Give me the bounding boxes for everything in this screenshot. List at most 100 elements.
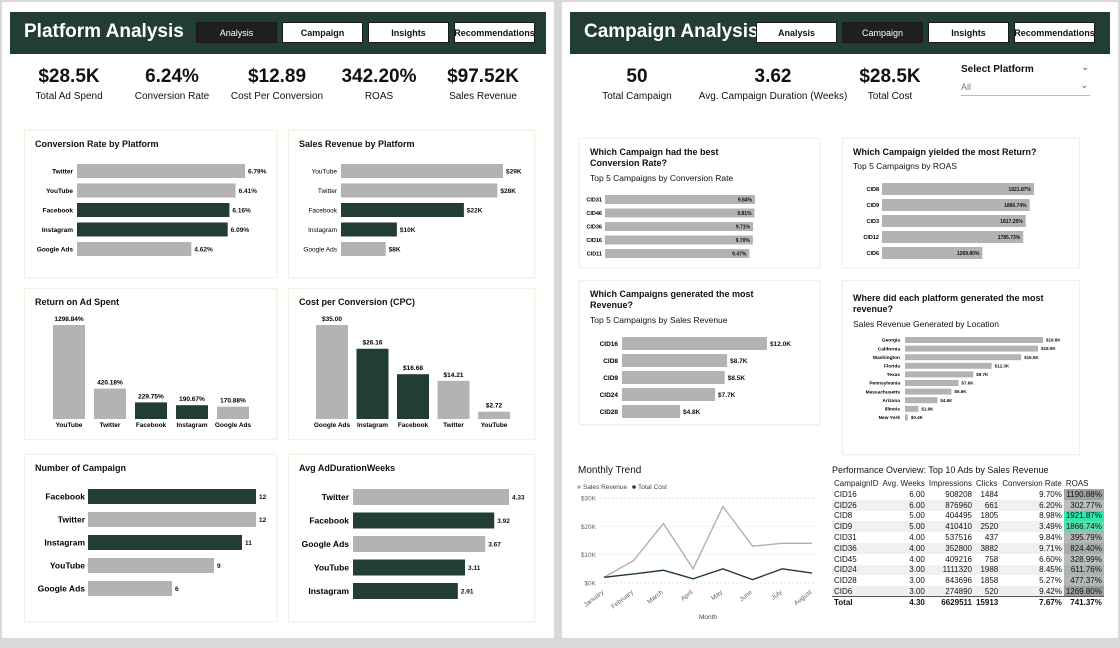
data-label: $12.3K — [995, 363, 1010, 368]
nav-campaign-button[interactable]: Campaign — [282, 22, 363, 43]
table-cell: 3.00 — [880, 586, 927, 597]
table-cell: 409216 — [945, 554, 972, 564]
category-label: Illinois — [885, 406, 901, 412]
nav-insights-button[interactable]: Insights — [928, 22, 1009, 43]
bar — [217, 406, 249, 419]
number-of-campaign-card: Number of Campaign Facebook 12 Twitter 12 In… — [24, 454, 277, 622]
category-label: Instagram — [44, 537, 85, 547]
table-cell: 395.79% — [1063, 532, 1104, 543]
y-tick-label: $20K — [581, 524, 597, 531]
table-cell: 5.00 — [909, 511, 925, 521]
bar — [905, 371, 974, 378]
legend-marker — [577, 485, 581, 489]
category-label: YouTube — [56, 422, 83, 429]
bar — [605, 208, 755, 218]
table-cell: 1866.74% — [1063, 521, 1104, 533]
data-label: 420.18% — [97, 380, 123, 387]
kpi-conversion-rate: 6.24% Conversion Rate — [127, 66, 217, 102]
card-title: Where did each platform generated the mo… — [853, 293, 1044, 314]
cpc-chart: $35.00 Google Ads $26.16 Instagram $16.68 Fac… — [314, 316, 510, 429]
nav-campaign-button[interactable]: Campaign — [842, 22, 923, 43]
table-cell: 3.49% — [1000, 521, 1064, 533]
data-label: 4.33 — [512, 494, 525, 501]
x-axis-label: Month — [699, 614, 717, 621]
data-label: $18.9K — [1041, 346, 1056, 351]
table-cell: 8.98% — [1039, 511, 1062, 521]
table-cell: 876960 — [926, 499, 974, 511]
table-cell: 1921.87% — [1063, 510, 1104, 522]
table-cell: 1805 — [980, 511, 999, 521]
nav-recommendations-button[interactable]: Recommendations — [454, 22, 535, 43]
filter-select[interactable]: All ⌄ — [961, 80, 1090, 96]
bar — [88, 489, 256, 504]
category-label: Facebook — [43, 207, 74, 214]
kpi-label: Avg. Campaign Duration (Weeks) — [698, 91, 848, 102]
nav-analysis-button[interactable]: Analysis — [196, 22, 277, 43]
table-row: CID36 4.00 352800 3882 9.71% 824.40% — [832, 542, 1104, 554]
table-cell: 4.00 — [909, 533, 925, 543]
data-label: 1785.73% — [998, 235, 1021, 241]
total-cell: Total — [832, 596, 881, 608]
x-tick-label: August — [793, 589, 813, 607]
data-label: $29K — [506, 168, 522, 175]
bar — [77, 183, 236, 198]
campaign-analysis-page: Campaign Analysis Analysis Campaign Insi… — [562, 2, 1118, 638]
legend-marker — [632, 485, 636, 489]
nav-analysis-button[interactable]: Analysis — [756, 22, 837, 43]
data-label: $7.7K — [718, 392, 736, 399]
column-header[interactable]: Conversion Rate — [1000, 478, 1064, 489]
kpi-label: Sales Revenue — [449, 91, 517, 102]
data-label: $10K — [400, 227, 416, 234]
kpi-value: 50 — [626, 66, 648, 87]
table-header: CampaignID Avg. Weeks Impressions Clicks Con… — [832, 478, 1104, 489]
category-label: Google Ads — [37, 246, 74, 253]
data-label: 9 — [217, 563, 221, 570]
table-cell: 1988 — [973, 564, 1001, 576]
category-label: CID6 — [866, 251, 879, 257]
column-header[interactable]: Avg. Weeks — [880, 478, 926, 489]
x-tick-label: January — [583, 589, 606, 609]
data-label: 1298.84% — [54, 316, 83, 323]
chevron-down-icon[interactable]: ⌄ — [1081, 62, 1089, 73]
bar — [622, 371, 725, 384]
table-cell: 1858 — [980, 576, 999, 586]
table-cell: 352800 — [926, 542, 974, 554]
data-label: 3.67 — [488, 541, 501, 548]
category-label: Facebook — [308, 207, 337, 214]
total-cell: 6629511 — [926, 596, 974, 608]
total-row: Total 4.30 6629511 15913 7.67% 741.37% — [832, 596, 1104, 608]
kpi-label: ROAS — [364, 91, 394, 102]
category-label: YouTube — [46, 188, 73, 195]
data-label: $12.0K — [770, 341, 791, 348]
column-header[interactable]: Clicks — [974, 478, 1000, 489]
table-cell: 410410 — [926, 521, 974, 533]
data-label: $22K — [467, 207, 483, 214]
column-header[interactable]: CampaignID — [832, 478, 880, 489]
bar — [94, 388, 126, 419]
category-label: New York — [879, 415, 901, 421]
chevron-down-icon[interactable]: ⌄ — [1080, 80, 1088, 91]
table-cell: 6.00 — [909, 489, 925, 499]
bar — [341, 203, 464, 217]
nav-insights-button[interactable]: Insights — [368, 22, 449, 43]
data-label: $26.16 — [363, 340, 383, 347]
kpi-sales-revenue: $97.52K Sales Revenue — [438, 66, 528, 102]
column-header[interactable]: ROAS — [1064, 478, 1104, 489]
category-label: CID16 — [586, 238, 602, 244]
nav-recommendations-button[interactable]: Recommendations — [1014, 22, 1095, 43]
category-label: Twitter — [322, 492, 350, 502]
bar — [622, 354, 728, 367]
category-label: Washington — [873, 355, 900, 361]
category-label: Google Ads — [38, 583, 86, 593]
column-header[interactable]: Impressions — [927, 478, 974, 489]
data-label: $8.7K — [730, 358, 748, 365]
bar — [905, 362, 992, 369]
data-label: 9.84% — [738, 197, 753, 203]
data-label: $7.6K — [962, 381, 975, 386]
data-label: 6.41% — [239, 188, 258, 195]
category-label: Instagram — [176, 422, 207, 429]
sales-revenue-chart: YouTube $29K Twitter $28K Facebook $22K Instag… — [303, 164, 522, 256]
avg-duration-card: Avg AdDurationWeeks Twitter 4.33 Facebook 3… — [288, 454, 535, 622]
kpi-value: $12.89 — [247, 66, 307, 87]
kpi-value: 6.24% — [145, 66, 199, 87]
